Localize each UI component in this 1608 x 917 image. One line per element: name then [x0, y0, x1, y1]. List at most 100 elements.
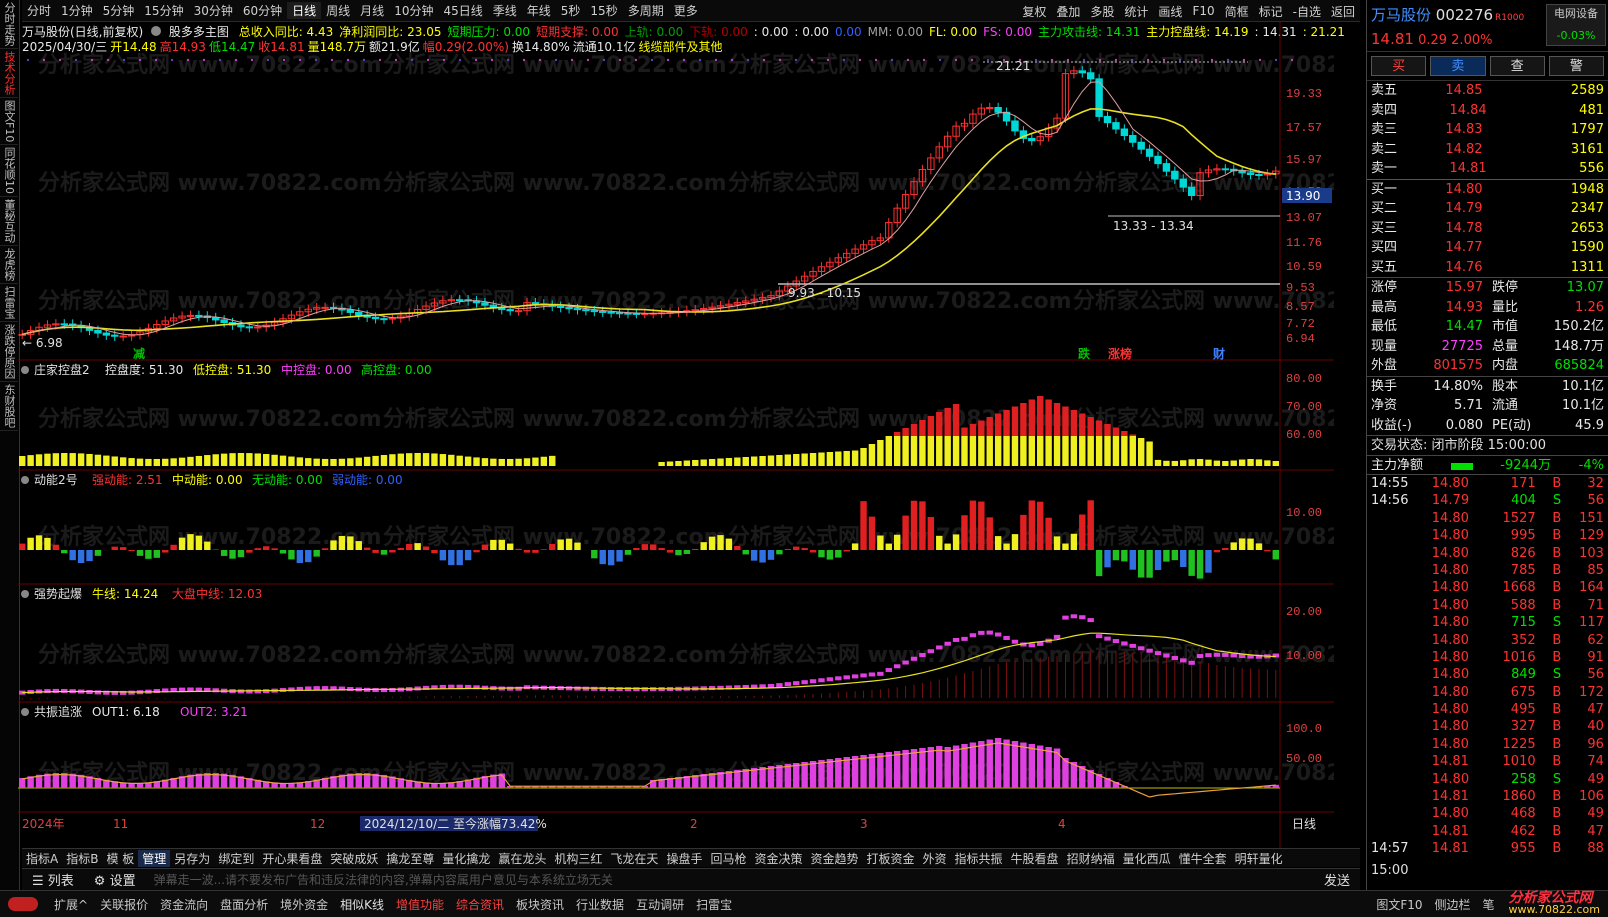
period-tab[interactable]: 周线: [321, 2, 355, 19]
indicator-tab[interactable]: 打板资金: [863, 850, 919, 867]
sidebar-tab[interactable]: 东财股吧: [0, 382, 18, 432]
sidebar-tab[interactable]: 扫雷宝: [0, 284, 18, 323]
tool-button[interactable]: 统计: [1119, 3, 1153, 20]
period-tab[interactable]: 5分钟: [98, 2, 140, 19]
indicator-tab[interactable]: 指标共振: [951, 850, 1007, 867]
sidebar-tab[interactable]: 分时走势: [0, 0, 18, 49]
tool-button[interactable]: 复权: [1017, 3, 1051, 20]
tool-button[interactable]: F10: [1187, 4, 1219, 18]
indicator-tab[interactable]: 懂牛全套: [1175, 850, 1231, 867]
period-tab[interactable]: 1分钟: [56, 2, 98, 19]
period-tab[interactable]: 15分钟: [139, 2, 188, 19]
status-tab[interactable]: 板块资讯: [510, 896, 570, 913]
indicator-tab[interactable]: 资金决策: [750, 850, 806, 867]
period-tab[interactable]: 季线: [488, 2, 522, 19]
toggle-switch[interactable]: [8, 897, 38, 911]
tool-button[interactable]: 画线: [1153, 3, 1187, 20]
indicator-tab[interactable]: 资金趋势: [806, 850, 862, 867]
sidebar-tab[interactable]: 技术分析: [0, 49, 18, 98]
sidebar-tab[interactable]: 涨跌停原因: [0, 322, 18, 383]
dn-bar: [591, 550, 598, 559]
sidebar-tab[interactable]: 同花顺10: [0, 145, 18, 198]
candle: [531, 302, 540, 305]
period-tab[interactable]: 5秒: [556, 2, 586, 19]
zj-bar-high: [944, 408, 951, 436]
footer-button[interactable]: ☰ 列表: [22, 870, 84, 889]
sidebar-tab[interactable]: 图文F10: [0, 98, 18, 146]
status-tab[interactable]: 资金流向: [154, 896, 214, 913]
indicator-tab[interactable]: 招财纳福: [1063, 850, 1119, 867]
tool-button[interactable]: 标记: [1254, 3, 1288, 20]
period-tab[interactable]: 日线: [287, 2, 322, 19]
tick-price: 14.80: [1431, 702, 1469, 718]
status-tab[interactable]: 互动调研: [630, 896, 690, 913]
period-tab[interactable]: 月线: [355, 2, 389, 19]
tool-button[interactable]: 叠加: [1051, 3, 1085, 20]
candle: [212, 317, 220, 321]
period-tab[interactable]: 15秒: [585, 2, 622, 19]
sidebar-tab[interactable]: 董秘互动: [0, 197, 18, 247]
price-axis-label: 9.53: [1286, 281, 1315, 295]
trade-button[interactable]: 警: [1548, 56, 1604, 76]
status-tab[interactable]: 境外资金: [274, 896, 334, 913]
indicator-tab[interactable]: 另存为: [170, 850, 214, 867]
zj-bar: [1264, 460, 1271, 466]
indicator-tab[interactable]: 牛股看盘: [1007, 850, 1063, 867]
tool-button[interactable]: -自选: [1288, 3, 1326, 20]
trade-button[interactable]: 卖: [1430, 56, 1486, 76]
footer-button[interactable]: ⚙ 设置: [84, 870, 146, 889]
sector-box[interactable]: 电网设备 -0.03%: [1546, 4, 1606, 46]
period-tab[interactable]: 45日线: [438, 2, 487, 19]
trade-button[interactable]: 买: [1371, 56, 1427, 76]
status-right-tab[interactable]: 侧边栏: [1429, 896, 1477, 913]
status-tab[interactable]: 增值功能: [390, 896, 450, 913]
indicator-tab[interactable]: 管理: [138, 849, 171, 867]
sidebar-tab[interactable]: 龙虎榜: [0, 246, 18, 285]
x-axis-label: 2024年: [22, 817, 65, 831]
indicator-tab[interactable]: 模 板: [102, 850, 138, 867]
trade-button[interactable]: 查: [1489, 56, 1545, 76]
tool-button[interactable]: 多股: [1085, 3, 1119, 20]
indicator-tab[interactable]: 回马枪: [706, 850, 750, 867]
indicator-tab[interactable]: 外资: [919, 850, 951, 867]
period-tab[interactable]: 分时: [22, 2, 56, 19]
indicator-tab[interactable]: 操盘手: [662, 850, 706, 867]
indicator-tab[interactable]: 量化擒龙: [438, 850, 494, 867]
indicator-tab[interactable]: 突破成妖: [326, 850, 382, 867]
danmu-input[interactable]: 弹幕走一波...请不要发布广告和违反法律的内容,弹幕内容属用户意见与本系统立场无…: [146, 871, 1314, 888]
status-tab[interactable]: 关联报价: [94, 896, 154, 913]
indicator-tab[interactable]: 量化西瓜: [1119, 850, 1175, 867]
period-tab[interactable]: 更多: [669, 2, 703, 19]
indicator-tab[interactable]: 指标B: [62, 850, 102, 867]
tool-button[interactable]: 返回: [1326, 3, 1360, 20]
tick-list[interactable]: 14:55 14.80 171 B 32 14:56 14.79 404 S 56 14.80 152…: [1367, 475, 1608, 861]
status-tab[interactable]: 行业数据: [570, 896, 630, 913]
tick-price: 14.80: [1431, 615, 1470, 631]
status-tab[interactable]: 相似K线: [334, 896, 390, 913]
panel-title: 强势起爆: [34, 587, 82, 601]
indicator-tab[interactable]: 绑定到: [214, 850, 258, 867]
indicator-tab[interactable]: 赢在龙头: [494, 850, 550, 867]
indicator-tab[interactable]: 明轩量化: [1231, 850, 1287, 867]
send-button[interactable]: 发送: [1314, 870, 1360, 889]
period-tab[interactable]: 年线: [522, 2, 556, 19]
status-tab[interactable]: 综合资讯: [450, 896, 510, 913]
period-tab[interactable]: 30分钟: [189, 2, 238, 19]
period-tab[interactable]: 10分钟: [389, 2, 438, 19]
candlestick-chart[interactable]: 分析家公式网 www.70822.com 分析家公式网 www.70822.com…: [18, 22, 1334, 848]
period-tab[interactable]: 多周期: [623, 2, 669, 19]
signal-dot: [1290, 58, 1294, 62]
indicator-tab[interactable]: 飞龙在天: [606, 850, 662, 867]
status-tab[interactable]: 扩展^: [48, 896, 94, 913]
status-right-tab[interactable]: 笔: [1477, 896, 1501, 913]
indicator-tab[interactable]: 开心果看盘: [258, 850, 326, 867]
status-tab[interactable]: 扫雷宝: [690, 896, 738, 913]
indicator-tab[interactable]: 机构三红: [550, 850, 606, 867]
dn-bar: [254, 548, 261, 550]
period-tab[interactable]: 60分钟: [238, 2, 287, 19]
status-right-tab[interactable]: 图文F10: [1370, 896, 1428, 913]
indicator-tab[interactable]: 指标A: [22, 850, 62, 867]
tool-button[interactable]: 简框: [1220, 3, 1254, 20]
indicator-tab[interactable]: 擒龙至尊: [382, 850, 438, 867]
status-tab[interactable]: 盘面分析: [214, 896, 274, 913]
